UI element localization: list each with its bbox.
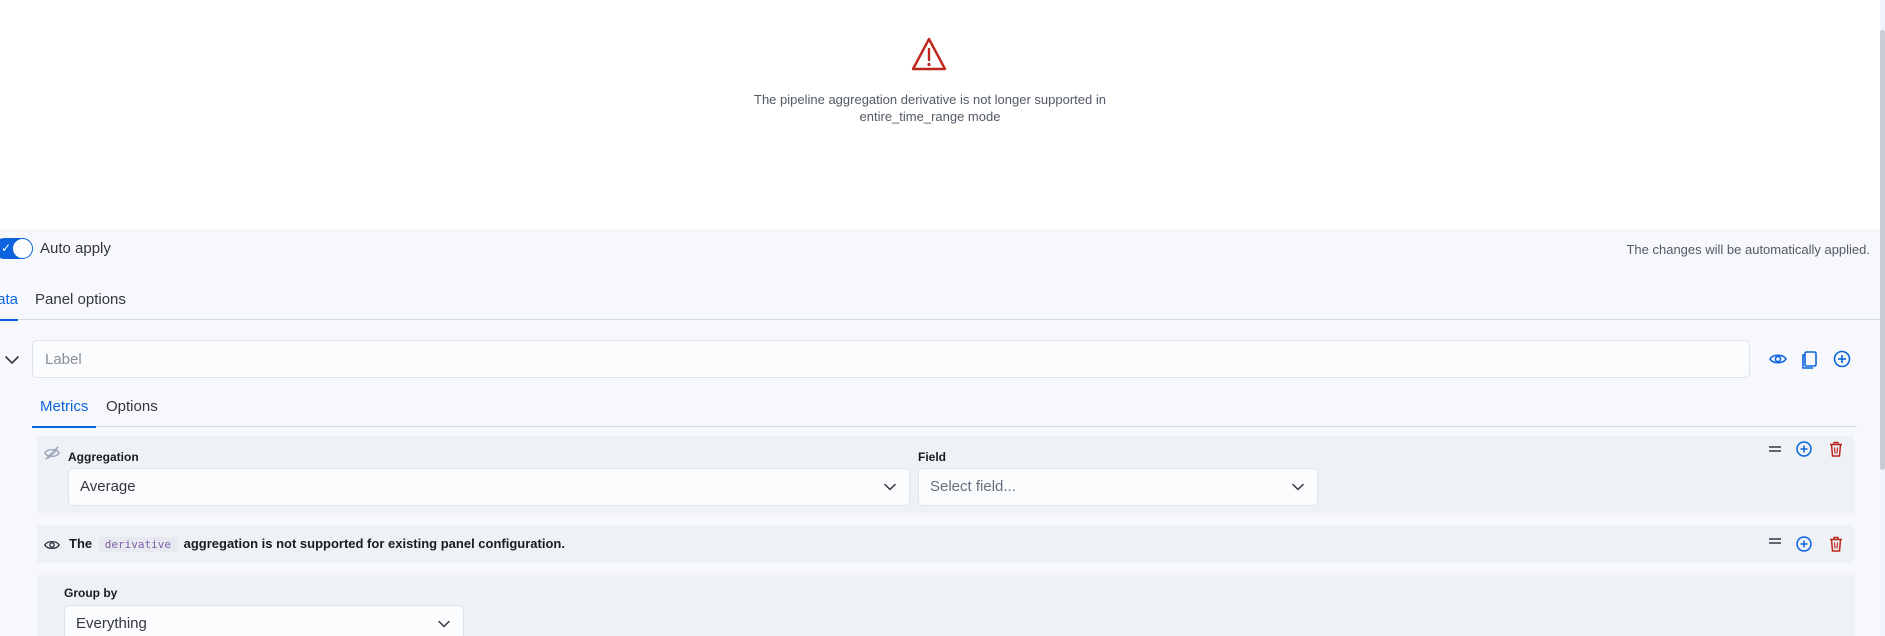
metric-row: Aggregation Average Field Select field..… [37,436,1854,513]
series-sub-tabs: Metrics Options [32,388,1857,428]
auto-apply-label: Auto apply [40,240,111,257]
tab-metrics[interactable]: Metrics [32,388,97,428]
eye-closed-icon[interactable] [43,444,61,462]
check-icon: ✓ [1,241,12,255]
add-icon[interactable] [1795,440,1813,458]
preview-area: The pipeline aggregation derivative is n… [0,0,1880,229]
editor-panel: ✓ Auto apply The changes will be automat… [0,229,1880,636]
tab-panel-options[interactable]: Panel options [35,281,126,319]
chevron-down-icon [438,620,450,628]
aggregation-code: derivative [98,537,177,552]
main-tabs: Data Panel options [0,281,1880,321]
field-label: Field [918,450,947,464]
warning-triangle-icon [911,37,947,71]
chevron-down-icon [884,483,896,491]
tab-data-label: Data [0,291,18,308]
tab-options[interactable]: Options [106,388,158,426]
field-select[interactable]: Select field... [918,468,1318,506]
scrollbar-thumb[interactable] [1880,30,1885,470]
tab-data[interactable]: Data [0,281,18,321]
auto-apply-note: The changes will be automatically applie… [1626,242,1870,257]
chevron-down-icon [1292,483,1304,491]
eye-icon[interactable] [43,536,61,554]
message-prefix: The [69,536,93,551]
message-suffix: aggregation is not supported for existin… [183,536,565,551]
trash-icon[interactable] [1827,440,1845,458]
field-placeholder: Select field... [930,478,1016,495]
series-label-input[interactable] [32,340,1750,378]
add-icon[interactable] [1795,535,1813,553]
group-by-label: Group by [64,586,118,600]
trash-icon[interactable] [1827,535,1845,553]
visualization-editor: The pipeline aggregation derivative is n… [0,0,1885,636]
add-icon[interactable] [1832,349,1852,369]
aggregation-label: Aggregation [68,450,139,464]
aggregation-select[interactable]: Average [68,468,910,506]
eye-icon[interactable] [1768,349,1788,369]
group-by-section: Group by Everything [37,575,1854,636]
chevron-down-icon[interactable] [2,350,22,370]
drag-handle-icon[interactable] [1766,532,1784,550]
aggregation-value: Average [80,478,136,495]
auto-apply-bar: ✓ Auto apply The changes will be automat… [0,229,1880,269]
group-by-value: Everything [76,615,147,632]
group-by-select[interactable]: Everything [64,605,464,636]
unsupported-aggregation-message: The derivative aggregation is not suppor… [69,535,565,553]
toggle-knob[interactable] [12,238,33,259]
drag-handle-icon[interactable] [1766,440,1784,458]
error-message: The pipeline aggregation derivative is n… [754,92,1106,124]
metric-row: The derivative aggregation is not suppor… [37,525,1854,563]
copy-icon[interactable] [1800,349,1820,369]
